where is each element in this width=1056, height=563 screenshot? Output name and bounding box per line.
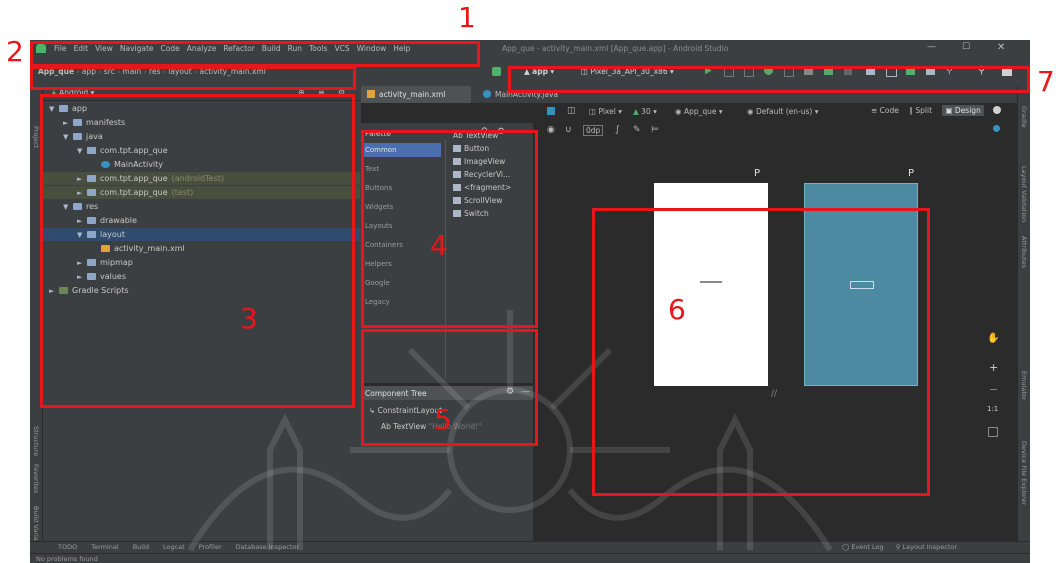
bottom-right-tabs: ◯ Event Log ⚲ Layout Inspector bbox=[842, 542, 957, 553]
infer-constraints-icon[interactable]: ✎ bbox=[633, 125, 641, 135]
annotation-box-palette bbox=[361, 130, 538, 328]
event-log-label: Event Log bbox=[851, 543, 884, 551]
theme-dropdown[interactable]: ◉ App_que ▾ bbox=[675, 107, 723, 116]
api-dropdown[interactable]: ▲ 30 ▾ bbox=[633, 107, 657, 116]
pin-icon: Ρ bbox=[908, 168, 915, 179]
layout-validation-tool-tab[interactable]: Layout Validation bbox=[1020, 166, 1028, 222]
annotation-number-5: 5 bbox=[434, 403, 452, 436]
design-view-label: Design bbox=[954, 106, 981, 115]
split-view-button[interactable]: ∥ Split bbox=[909, 106, 932, 115]
view-mode-toggle: ≡ Code ∥ Split ▣ Design bbox=[871, 105, 984, 119]
warnings-icon[interactable] bbox=[993, 106, 1001, 114]
bottom-tab[interactable]: Database Inspector bbox=[236, 543, 299, 551]
event-log-tab[interactable]: ◯ Event Log bbox=[842, 543, 884, 551]
bottom-tab[interactable]: TODO bbox=[58, 543, 77, 551]
xml-file-icon bbox=[367, 90, 375, 98]
bottom-tab[interactable]: Profiler bbox=[199, 543, 222, 551]
device-file-explorer-tool-tab[interactable]: Device File Explorer bbox=[1020, 441, 1028, 505]
annotation-box-menu bbox=[30, 41, 480, 67]
device-dropdown[interactable]: ◫ Pixel ▾ bbox=[589, 107, 622, 116]
split-view-label: Split bbox=[915, 106, 933, 115]
annotation-number-7: 7 bbox=[1037, 65, 1055, 98]
right-tool-strip: Gradle Layout Validation Attributes Emul… bbox=[1017, 86, 1030, 541]
tab-label: activity_main.xml bbox=[379, 90, 446, 99]
annotation-box-breadcrumb bbox=[30, 66, 356, 90]
zoom-in-icon[interactable]: + bbox=[989, 361, 998, 374]
bottom-tab[interactable]: Build bbox=[133, 543, 149, 551]
minimize-icon[interactable]: — bbox=[927, 42, 936, 52]
design-toolbar: ◫ ◫ Pixel ▾ ▲ 30 ▾ ◉ App_que ▾ ◉ Default… bbox=[541, 103, 871, 123]
theme-dropdown-label: App_que bbox=[683, 107, 717, 116]
annotation-number-3: 3 bbox=[240, 302, 258, 335]
locale-dropdown[interactable]: ◉ Default (en-us) ▾ bbox=[747, 107, 818, 116]
attributes-tool-tab[interactable]: Attributes bbox=[1020, 236, 1028, 268]
java-class-icon bbox=[483, 90, 491, 98]
info-icon[interactable] bbox=[993, 125, 1000, 132]
window-title: App_que - activity_main.xml [App_que.app… bbox=[502, 44, 729, 53]
gradle-tool-tab[interactable]: Gradle bbox=[1020, 106, 1028, 128]
design-view-button[interactable]: ▣ Design bbox=[942, 105, 984, 116]
hammer-icon[interactable] bbox=[492, 67, 501, 76]
bottom-tab[interactable]: Terminal bbox=[91, 543, 118, 551]
structure-tool-tab[interactable]: Structure bbox=[32, 426, 40, 456]
project-tool-tab[interactable]: Project bbox=[32, 126, 40, 148]
constraint-toolbar: ◉ ∪ 0dp ∫ ✎ ⊨ bbox=[541, 123, 1011, 139]
annotation-box-project bbox=[40, 94, 355, 408]
pin-icon: Ρ bbox=[754, 168, 761, 179]
annotation-box-design bbox=[592, 208, 930, 496]
design-surface-icon[interactable] bbox=[547, 107, 555, 115]
view-options-icon[interactable]: ◉ bbox=[547, 125, 555, 135]
zoom-out-icon[interactable]: − bbox=[989, 383, 998, 396]
tab-activity-main[interactable]: activity_main.xml bbox=[361, 86, 471, 103]
code-view-label: Code bbox=[879, 106, 899, 115]
emulator-tool-tab[interactable]: Emulator bbox=[1020, 371, 1028, 401]
annotation-box-toolbar bbox=[508, 66, 1030, 93]
clear-constraints-icon[interactable]: ∫ bbox=[615, 125, 620, 135]
annotation-number-2: 2 bbox=[6, 35, 24, 68]
annotation-number-4: 4 bbox=[430, 229, 448, 262]
code-view-button[interactable]: ≡ Code bbox=[871, 106, 899, 115]
favorites-tool-tab[interactable]: Favorites bbox=[32, 464, 40, 493]
zoom-fit-icon[interactable] bbox=[988, 427, 998, 437]
layout-inspector-label: Layout Inspector bbox=[902, 543, 958, 551]
status-message: No problems found bbox=[36, 555, 98, 563]
maximize-icon[interactable]: ☐ bbox=[962, 42, 970, 52]
api-dropdown-label: 30 bbox=[641, 107, 651, 116]
bottom-tab[interactable]: Logcat bbox=[163, 543, 185, 551]
device-dropdown-label: Pixel bbox=[598, 107, 616, 116]
autoconnect-icon[interactable]: ∪ bbox=[565, 125, 572, 135]
locale-dropdown-label: Default (en-us) bbox=[755, 107, 813, 116]
annotation-number-6: 6 bbox=[668, 293, 686, 326]
zoom-actual-size-icon[interactable]: 1:1 bbox=[987, 405, 998, 413]
guidelines-icon[interactable]: ⊨ bbox=[651, 125, 659, 135]
annotation-number-1: 1 bbox=[458, 1, 476, 34]
orientation-icon[interactable]: ◫ bbox=[567, 106, 576, 116]
close-icon[interactable]: ✕ bbox=[997, 42, 1005, 53]
status-bar: No problems found bbox=[30, 553, 1030, 563]
default-margin-field[interactable]: 0dp bbox=[583, 125, 604, 136]
pan-hand-icon[interactable]: ✋ bbox=[987, 333, 999, 344]
layout-inspector-tab[interactable]: ⚲ Layout Inspector bbox=[896, 543, 957, 551]
